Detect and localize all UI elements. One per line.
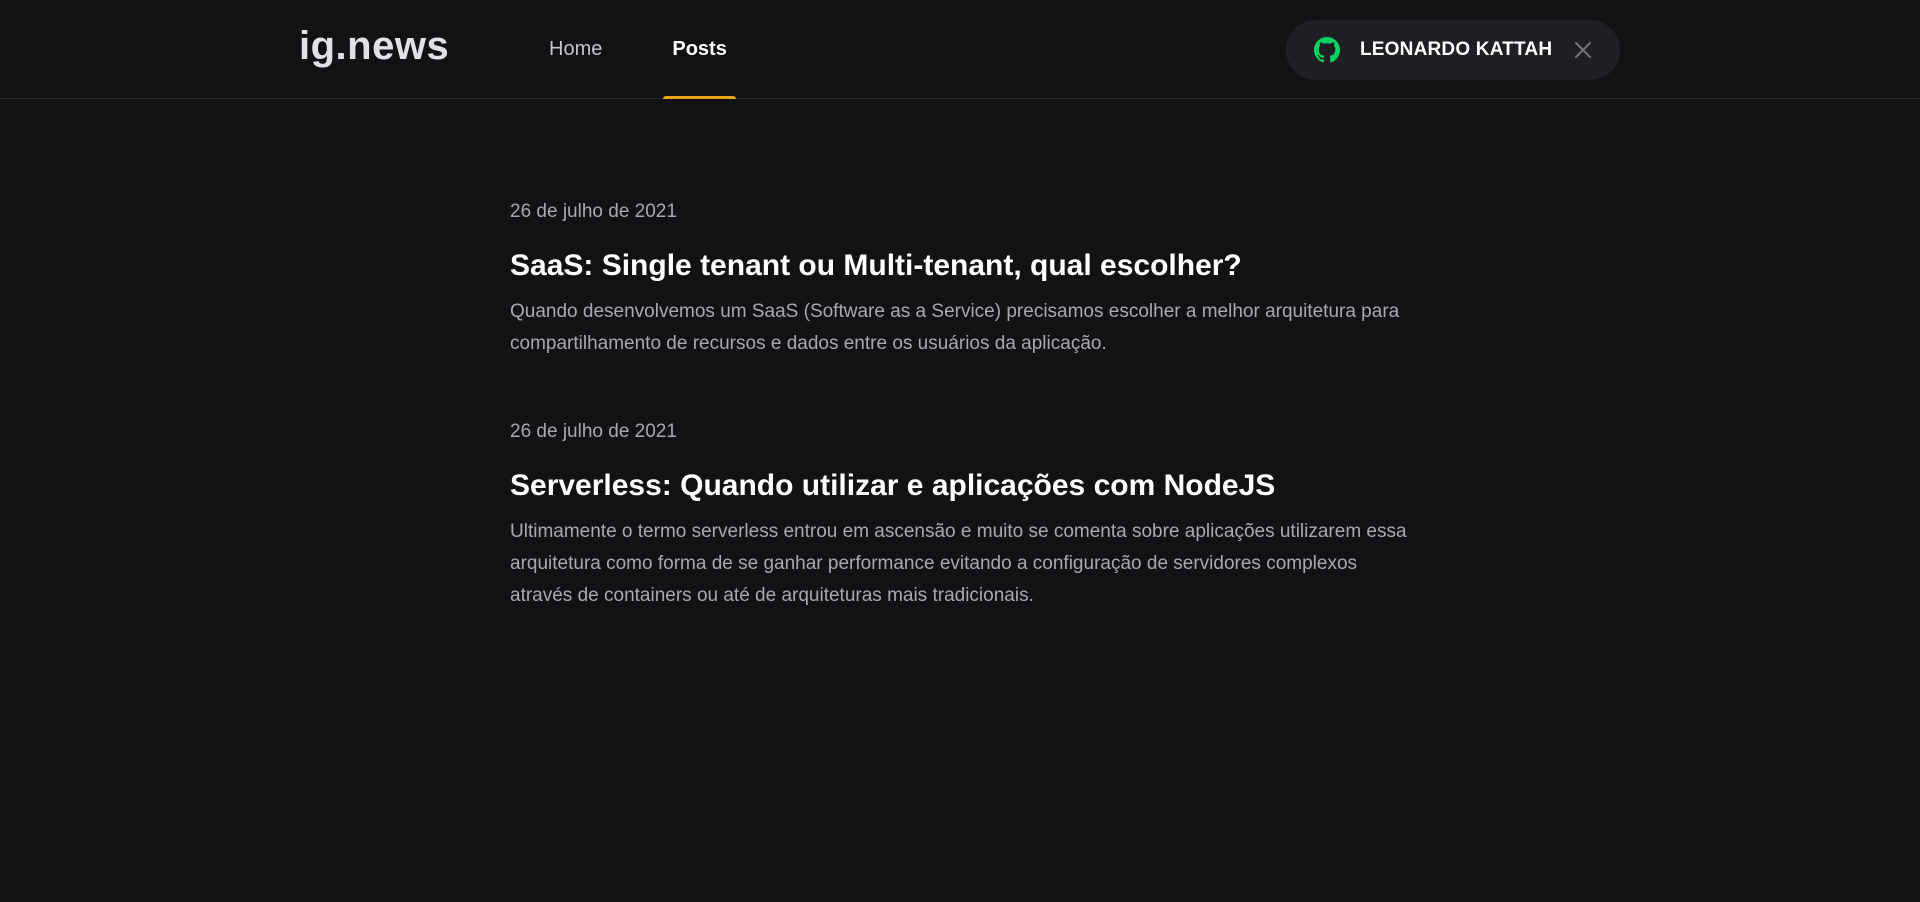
main-nav: Home Posts [540,0,788,99]
post-date: 26 de julho de 2021 [510,201,677,222]
logo[interactable]: ig.news [299,24,449,69]
close-icon[interactable] [1574,41,1592,59]
posts-list: 26 de julho de 2021 SaaS: Single tenant … [510,198,1410,652]
post-excerpt: Ultimamente o termo serverless entrou em… [510,521,1407,606]
user-name: LEONARDO KATTAH [1360,39,1553,60]
post-title[interactable]: SaaS: Single tenant ou Multi-tenant, qua… [510,248,1410,284]
post-excerpt: Quando desenvolvemos um SaaS (Software a… [510,301,1400,354]
post-item[interactable]: 26 de julho de 2021 SaaS: Single tenant … [510,198,1410,360]
post-item[interactable]: 26 de julho de 2021 Serverless: Quando u… [510,418,1410,612]
github-icon [1314,37,1340,63]
nav-home-link[interactable]: Home [540,0,611,99]
post-title[interactable]: Serverless: Quando utilizar e aplicações… [510,468,1410,504]
sign-in-github-button[interactable]: LEONARDO KATTAH [1286,20,1620,80]
site-header: ig.news Home Posts LEONARDO KATTAH [0,0,1920,99]
post-date: 26 de julho de 2021 [510,421,677,442]
nav-posts-link[interactable]: Posts [663,0,737,99]
